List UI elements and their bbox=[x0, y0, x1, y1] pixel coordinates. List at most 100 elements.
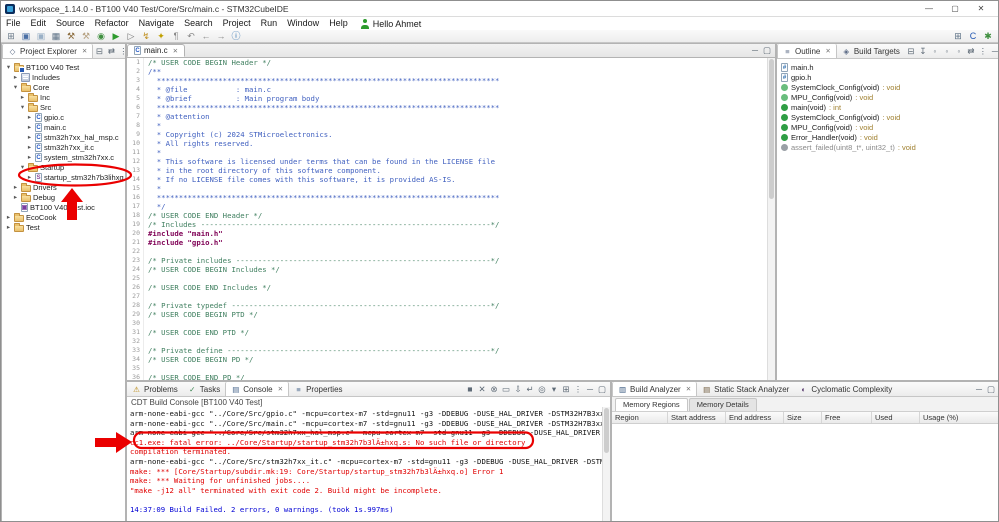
tree-item[interactable]: system_stm32h7xx.c bbox=[2, 152, 125, 162]
save-icon[interactable]: ▣ bbox=[19, 30, 33, 42]
view-tab[interactable]: Console bbox=[225, 382, 289, 396]
tree-item[interactable]: BT100 V40 Test.ioc bbox=[2, 202, 125, 212]
scrollbar-thumb[interactable] bbox=[769, 59, 774, 199]
table-column-header[interactable]: End address bbox=[726, 412, 784, 423]
remove-launch-icon[interactable]: ✕ bbox=[476, 383, 488, 396]
menu-item[interactable]: Help bbox=[324, 17, 353, 30]
search-icon[interactable]: ✦ bbox=[154, 30, 168, 42]
remove-all-launches-icon[interactable]: ⊗ bbox=[488, 383, 500, 396]
hide-non-public-members-icon[interactable]: ◦ bbox=[953, 45, 965, 58]
maximize-icon[interactable]: ▢ bbox=[761, 44, 773, 57]
cpp-perspective-icon[interactable]: C bbox=[966, 30, 980, 42]
sort-icon[interactable]: ↧ bbox=[917, 45, 929, 58]
scroll-lock-icon[interactable]: ⇩ bbox=[512, 383, 524, 396]
tree-item[interactable]: EcoCook bbox=[2, 212, 125, 222]
mark-occurrences-icon[interactable]: ¶ bbox=[169, 30, 183, 42]
collapse-all-icon[interactable]: ⊟ bbox=[93, 45, 105, 58]
expander-icon[interactable] bbox=[12, 204, 19, 211]
user-account[interactable]: Hello Ahmet bbox=[361, 19, 422, 29]
flash-programmer-icon[interactable]: ↯ bbox=[139, 30, 153, 42]
editor-scrollbar[interactable] bbox=[767, 58, 775, 380]
new-wizard-icon[interactable]: ⊞ bbox=[4, 30, 18, 42]
expander-icon[interactable] bbox=[26, 143, 33, 151]
outline-item[interactable]: main(void) : int bbox=[781, 102, 999, 112]
expander-icon[interactable] bbox=[12, 83, 19, 91]
build-all-icon[interactable]: ⚒ bbox=[79, 30, 93, 42]
link-editor-icon[interactable]: ⇄ bbox=[965, 45, 977, 58]
view-tab[interactable]: Tasks bbox=[183, 382, 225, 396]
link-editor-icon[interactable]: ⇄ bbox=[105, 45, 117, 58]
view-tab[interactable]: Static Stack Analyzer bbox=[697, 382, 794, 396]
view-tab[interactable]: Build Analyzer bbox=[612, 382, 697, 396]
tree-item[interactable]: Src bbox=[2, 102, 125, 112]
view-tab[interactable]: Properties bbox=[289, 382, 347, 396]
table-column-header[interactable]: Start address bbox=[668, 412, 726, 423]
expander-icon[interactable] bbox=[26, 113, 33, 121]
close-icon[interactable] bbox=[173, 47, 178, 55]
editor-tab-main-c[interactable]: main.c bbox=[127, 44, 185, 57]
maximize-icon[interactable]: ▢ bbox=[985, 383, 997, 396]
tree-item[interactable]: main.c bbox=[2, 122, 125, 132]
outline-item[interactable]: Error_Handler(void) : void bbox=[781, 132, 999, 142]
menu-item[interactable]: Run bbox=[256, 17, 283, 30]
expander-icon[interactable] bbox=[5, 213, 12, 221]
table-column-header[interactable]: Size bbox=[784, 412, 822, 423]
expander-icon[interactable] bbox=[5, 63, 12, 71]
outline-item[interactable]: assert_failed(uint8_t*, uint32_t) : void bbox=[781, 142, 999, 152]
view-tab[interactable]: Cyclomatic Complexity bbox=[794, 382, 897, 396]
run-icon[interactable]: ▶ bbox=[109, 30, 123, 42]
debug-perspective-icon[interactable]: ✱ bbox=[981, 30, 995, 42]
pin-console-icon[interactable]: ◎ bbox=[536, 383, 548, 396]
tree-item[interactable]: stm32h7xx_it.c bbox=[2, 142, 125, 152]
clear-console-icon[interactable]: ▭ bbox=[500, 383, 512, 396]
minimize-icon[interactable]: ─ bbox=[749, 44, 761, 57]
open-console-icon[interactable]: ⊞ bbox=[560, 383, 572, 396]
maximize-icon[interactable]: ▢ bbox=[596, 383, 608, 396]
save-all-icon[interactable]: ▣ bbox=[34, 30, 48, 42]
debug-icon[interactable]: ◉ bbox=[94, 30, 108, 42]
code-editor[interactable]: 1 /* USER CODE BEGIN Header */ 2 /** 3 *… bbox=[127, 58, 767, 380]
tree-item[interactable]: BT100 V40 Test bbox=[2, 62, 125, 72]
minimize-icon[interactable]: ─ bbox=[973, 383, 985, 396]
device-configuration-icon[interactable]: ▦ bbox=[49, 30, 63, 42]
view-tab[interactable]: Problems bbox=[127, 382, 183, 396]
window-maximize-button[interactable]: ▢ bbox=[942, 1, 968, 17]
terminate-icon[interactable]: ■ bbox=[464, 383, 476, 396]
console-scrollbar[interactable] bbox=[602, 407, 610, 522]
menu-item[interactable]: File bbox=[1, 17, 26, 30]
close-icon[interactable] bbox=[82, 47, 87, 55]
window-minimize-button[interactable]: — bbox=[916, 1, 942, 17]
expander-icon[interactable] bbox=[19, 103, 26, 111]
outline-item[interactable]: gpio.h bbox=[781, 72, 999, 82]
tree-item[interactable]: Inc bbox=[2, 92, 125, 102]
outline-item[interactable]: main.h bbox=[781, 62, 999, 72]
menu-item[interactable]: Refactor bbox=[90, 17, 134, 30]
scrollbar-thumb[interactable] bbox=[604, 408, 609, 453]
minimize-icon[interactable]: ─ bbox=[989, 45, 999, 58]
tree-item[interactable]: startup_stm32h7b3lihxq.s bbox=[2, 172, 125, 182]
last-edit-location-icon[interactable]: ↶ bbox=[184, 30, 198, 42]
outline-item[interactable]: SystemClock_Config(void) : void bbox=[781, 112, 999, 122]
menu-item[interactable]: Search bbox=[179, 17, 218, 30]
view-menu-icon[interactable]: ⋮ bbox=[977, 45, 989, 58]
tree-item[interactable]: Debug bbox=[2, 192, 125, 202]
expander-icon[interactable] bbox=[12, 73, 19, 81]
table-column-header[interactable]: Free bbox=[822, 412, 872, 423]
expander-icon[interactable] bbox=[5, 223, 12, 231]
memory-subtab[interactable]: Memory Regions bbox=[615, 398, 688, 411]
expander-icon[interactable] bbox=[26, 153, 33, 161]
minimize-icon[interactable]: ─ bbox=[584, 383, 596, 396]
hide-static-members-icon[interactable]: ◦ bbox=[941, 45, 953, 58]
word-wrap-icon[interactable]: ↵ bbox=[524, 383, 536, 396]
expander-icon[interactable] bbox=[26, 173, 33, 181]
expander-icon[interactable] bbox=[12, 183, 19, 191]
view-menu-icon[interactable]: ⋮ bbox=[572, 383, 584, 396]
memory-subtab[interactable]: Memory Details bbox=[689, 398, 757, 411]
tree-item[interactable]: Test bbox=[2, 222, 125, 232]
close-icon[interactable] bbox=[278, 385, 283, 393]
tree-item[interactable]: Core bbox=[2, 82, 125, 92]
view-tab[interactable]: Outline bbox=[777, 44, 837, 58]
hide-fields-icon[interactable]: ◦ bbox=[929, 45, 941, 58]
external-tools-icon[interactable]: ▷ bbox=[124, 30, 138, 42]
outline-item[interactable]: SystemClock_Config(void) : void bbox=[781, 82, 999, 92]
